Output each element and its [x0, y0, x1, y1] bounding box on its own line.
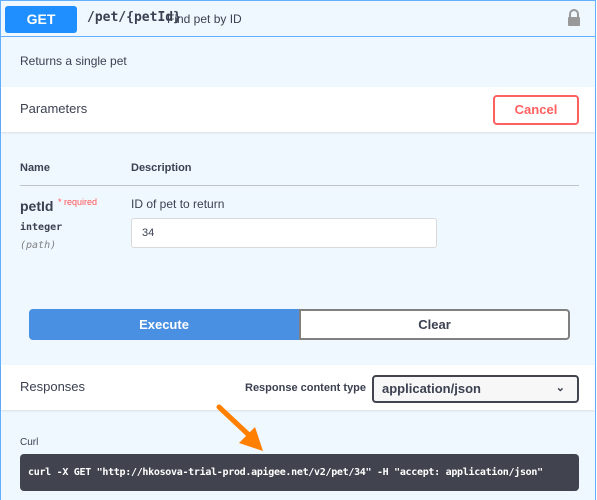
- operation-header[interactable]: GET /pet/{petId} Find pet by ID: [1, 1, 595, 37]
- petid-input[interactable]: [131, 218, 437, 248]
- param-type: integer: [20, 222, 63, 233]
- execute-button[interactable]: Execute: [29, 309, 299, 340]
- selected-value: application/json: [382, 381, 481, 396]
- response-content-type-select[interactable]: application/json ⌄: [372, 375, 579, 403]
- col-name: Name: [20, 162, 50, 174]
- param-name: petId: [20, 198, 54, 214]
- param-location: (path): [20, 240, 57, 251]
- parameters-title: Parameters: [20, 101, 88, 116]
- col-description: Description: [131, 162, 192, 174]
- param-description: ID of pet to return: [131, 197, 225, 211]
- curl-command: curl -X GET "http://hkosova-trial-prod.a…: [20, 454, 579, 491]
- operation-summary: Find pet by ID: [167, 12, 242, 26]
- responses-title: Responses: [20, 379, 86, 394]
- parameters-header: Parameters Cancel: [1, 87, 595, 132]
- operation-panel: GET /pet/{petId} Find pet by ID Returns …: [0, 0, 596, 500]
- divider: [20, 185, 579, 186]
- required-badge: * required: [58, 197, 98, 207]
- annotation-arrow-icon: [216, 404, 263, 451]
- cancel-button[interactable]: Cancel: [493, 95, 579, 125]
- operation-description: Returns a single pet: [20, 54, 127, 68]
- chevron-down-icon: ⌄: [555, 382, 565, 394]
- method-badge: GET: [5, 6, 77, 33]
- response-content-type-label: Response content type: [245, 382, 367, 394]
- clear-button[interactable]: Clear: [299, 309, 570, 340]
- lock-icon[interactable]: [567, 9, 581, 27]
- curl-label: Curl: [20, 437, 39, 448]
